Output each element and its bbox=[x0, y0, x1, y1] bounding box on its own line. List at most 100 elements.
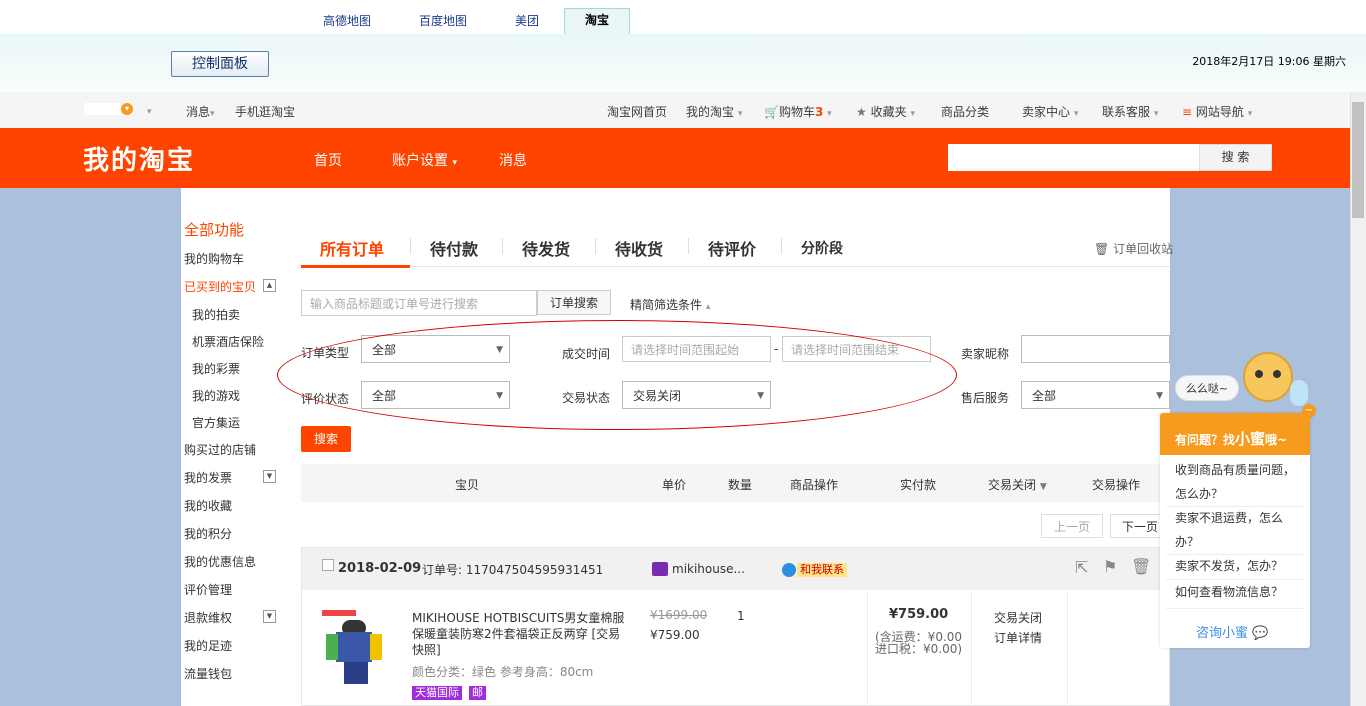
sleeve-left bbox=[326, 634, 338, 660]
header-search-button[interactable]: 搜 索 bbox=[1199, 144, 1272, 171]
sidebar-item-lottery[interactable]: 我的彩票 bbox=[192, 360, 240, 377]
col-trade-actions: 交易操作 bbox=[1092, 478, 1141, 492]
sidebar-item-favorites[interactable]: 我的收藏 bbox=[184, 497, 232, 514]
chat-bubble-icon: 💬 bbox=[1252, 626, 1269, 641]
sidebar-item-auction[interactable]: 我的拍卖 bbox=[192, 306, 240, 323]
search-button[interactable]: 搜索 bbox=[301, 426, 351, 452]
tab-pending-shipment[interactable]: 待发货 bbox=[522, 236, 570, 260]
mascot-eye bbox=[1273, 370, 1281, 378]
sidebar-item-cart[interactable]: 我的购物车 bbox=[184, 250, 244, 267]
unit-price: ¥759.00 bbox=[650, 628, 700, 642]
after-sale-select[interactable]: 全部 ▼ bbox=[1021, 381, 1170, 409]
header-nav-home[interactable]: 首页 bbox=[314, 150, 342, 170]
brand-tag bbox=[322, 610, 356, 616]
sidebar-item-refunds[interactable]: 退款维权 bbox=[184, 609, 232, 626]
mascot-eye bbox=[1255, 370, 1263, 378]
nav-mobile[interactable]: 手机逛淘宝 bbox=[235, 103, 295, 120]
vip-icon: ▾ bbox=[121, 103, 133, 115]
header-search-input[interactable] bbox=[948, 144, 1200, 171]
mascot-wing bbox=[1290, 380, 1308, 406]
shop-name-link[interactable]: mikihouse... bbox=[672, 562, 745, 576]
nav-home[interactable]: 淘宝网首页 bbox=[607, 103, 667, 120]
header-nav-account[interactable]: 账户设置 ▾ bbox=[392, 150, 457, 170]
app-tab-gaode[interactable]: 高德地图 bbox=[310, 10, 384, 32]
jacket-shape bbox=[336, 632, 372, 662]
nav-favorites[interactable]: ★ 收藏夹 ▾ bbox=[856, 103, 915, 120]
free-shipping-badge: 邮 bbox=[469, 686, 486, 700]
sidebar-item-shops[interactable]: 购买过的店铺 bbox=[184, 441, 256, 458]
order-number: 订单号: 117047504595931451 bbox=[422, 563, 604, 577]
helper-question[interactable]: 卖家不退运费，怎么办？ bbox=[1175, 506, 1297, 554]
tab-divider bbox=[410, 238, 411, 254]
quantity: 1 bbox=[737, 609, 745, 623]
helper-title: 有问题？找小蜜哦~ bbox=[1175, 430, 1288, 448]
original-price: ¥1699.00 bbox=[650, 608, 708, 622]
order-detail-link[interactable]: 订单详情 bbox=[994, 629, 1042, 646]
col-status-filter[interactable]: 交易关闭 ▼ bbox=[988, 476, 1047, 493]
sidebar-item-reviews[interactable]: 评价管理 bbox=[184, 581, 232, 598]
sleeve-right bbox=[370, 634, 382, 660]
helper-question[interactable]: 卖家不发货，怎办？ bbox=[1175, 554, 1297, 578]
seller-nick-input[interactable] bbox=[1021, 335, 1170, 363]
collapse-icon[interactable]: ▲ bbox=[263, 279, 276, 292]
tab-pending-review[interactable]: 待评价 bbox=[708, 236, 756, 260]
tab-installments[interactable]: 分阶段 bbox=[801, 238, 843, 258]
order-search-input[interactable]: 输入商品标题或订单号进行搜索 bbox=[301, 290, 537, 316]
tab-pending-payment[interactable]: 待付款 bbox=[430, 236, 478, 260]
app-tab-baidu[interactable]: 百度地图 bbox=[406, 10, 480, 32]
nav-contact[interactable]: 联系客服 ▾ bbox=[1102, 103, 1158, 120]
tab-divider bbox=[688, 238, 689, 254]
helper-divider bbox=[1166, 608, 1304, 609]
mascot-speech-bubble: 么么哒~ bbox=[1175, 375, 1239, 401]
scrollbar-thumb[interactable] bbox=[1352, 102, 1364, 218]
tab-active-indicator bbox=[301, 265, 410, 268]
nav-cart[interactable]: 🛒购物车3 ▾ bbox=[764, 103, 832, 120]
tab-all-orders[interactable]: 所有订单 bbox=[320, 236, 384, 260]
product-image[interactable] bbox=[322, 608, 386, 688]
sidebar-item-coupons[interactable]: 我的优惠信息 bbox=[184, 553, 256, 570]
control-panel-button[interactable]: 控制面板 bbox=[171, 51, 269, 77]
sidebar-all-functions[interactable]: 全部功能 bbox=[184, 219, 244, 240]
nav-my-taobao[interactable]: 我的淘宝 ▾ bbox=[686, 103, 742, 120]
mascot-bee-icon[interactable] bbox=[1243, 352, 1293, 402]
nav-site-map[interactable]: ≡ 网站导航 ▾ bbox=[1182, 103, 1252, 120]
expand-icon[interactable]: ▼ bbox=[263, 470, 276, 483]
share-icon[interactable]: ⇱ bbox=[1075, 558, 1088, 577]
column-divider bbox=[1067, 591, 1068, 706]
sidebar-item-footprints[interactable]: 我的足迹 bbox=[184, 637, 232, 654]
sidebar-item-data-wallet[interactable]: 流量钱包 bbox=[184, 665, 232, 682]
app-tab-taobao[interactable]: 淘宝 bbox=[564, 8, 630, 34]
helper-question[interactable]: 收到商品有质量问题，怎么办？ bbox=[1175, 458, 1297, 506]
sidebar-item-games[interactable]: 我的游戏 bbox=[192, 387, 240, 404]
sidebar-item-travel[interactable]: 机票酒店保险 bbox=[192, 333, 264, 350]
sidebar-item-invoice[interactable]: 我的发票 bbox=[184, 469, 232, 486]
chevron-down-icon[interactable]: ▾ bbox=[147, 103, 152, 117]
logo[interactable]: 我的淘宝 bbox=[83, 140, 195, 177]
sidebar-item-consolidation[interactable]: 官方集运 bbox=[192, 414, 240, 431]
trash-icon: 🗑 bbox=[1094, 242, 1110, 256]
sidebar-item-bought[interactable]: 已买到的宝贝 bbox=[184, 278, 256, 295]
recycle-bin-link[interactable]: 🗑 订单回收站 bbox=[1094, 240, 1173, 257]
header-nav-messages[interactable]: 消息 bbox=[499, 150, 527, 170]
order-checkbox[interactable] bbox=[322, 559, 334, 571]
flag-icon[interactable]: ⚑ bbox=[1103, 557, 1117, 576]
nav-seller-center[interactable]: 卖家中心 ▾ bbox=[1022, 103, 1078, 120]
nav-categories[interactable]: 商品分类 bbox=[941, 103, 989, 120]
consult-helper-link[interactable]: 咨询小蜜 💬 bbox=[1196, 622, 1268, 641]
app-tab-meituan[interactable]: 美团 bbox=[490, 10, 564, 32]
contact-seller-link[interactable]: 和我联系 bbox=[797, 563, 847, 577]
tab-divider bbox=[595, 238, 596, 254]
annotation-ellipse bbox=[277, 320, 957, 430]
sidebar-item-points[interactable]: 我的积分 bbox=[184, 525, 232, 542]
expand-icon[interactable]: ▼ bbox=[263, 610, 276, 623]
advanced-filter-toggle[interactable]: 精简筛选条件 ▴ bbox=[630, 296, 710, 313]
trash-icon[interactable]: 🗑 bbox=[1131, 557, 1151, 576]
star-icon: ★ bbox=[856, 105, 867, 119]
order-search-button[interactable]: 订单搜索 bbox=[537, 290, 611, 315]
import-tax: 进口税：¥0.00) bbox=[875, 642, 963, 656]
product-title-link[interactable]: MIKIHOUSE HOTBISCUITS男女童棉服保暖童装防寒2件套福袋正反两… bbox=[412, 610, 630, 658]
tab-pending-receipt[interactable]: 待收货 bbox=[615, 236, 663, 260]
prev-page-button[interactable]: 上一页 bbox=[1041, 514, 1103, 538]
helper-question[interactable]: 如何查看物流信息？ bbox=[1175, 580, 1297, 604]
nav-messages[interactable]: 消息▾ bbox=[186, 103, 215, 120]
